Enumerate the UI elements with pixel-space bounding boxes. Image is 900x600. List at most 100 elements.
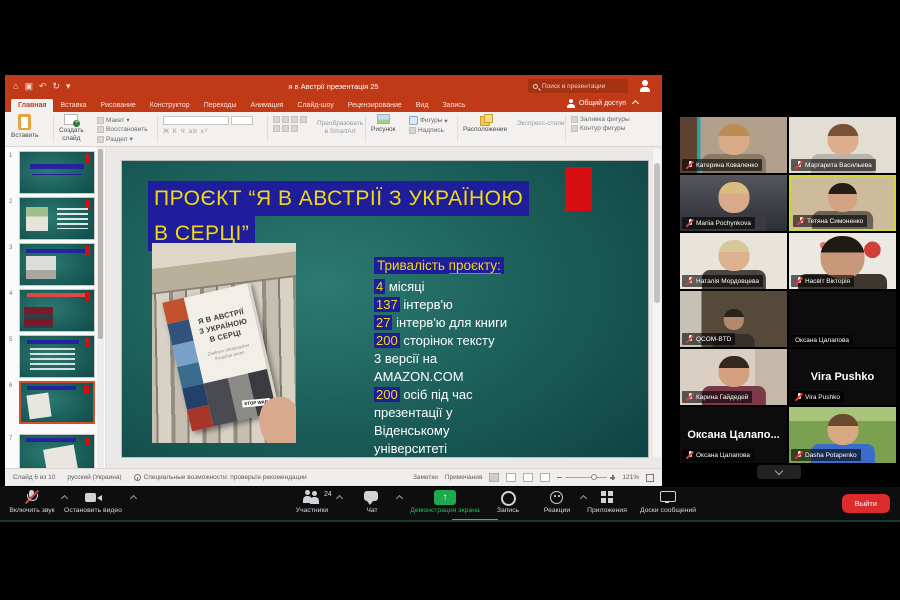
tab-view[interactable]: Вид <box>409 99 436 112</box>
camera-icon <box>83 490 103 505</box>
participant-tile[interactable]: Маргарита Васильева <box>789 117 896 173</box>
participant-tile[interactable]: Dasha Potapenko <box>789 407 896 463</box>
book-photo[interactable]: Я В АВСТРІЇ З УКРАЇНОЮ В СЕРЦІ Zentrum U… <box>152 243 296 443</box>
muted-mic-icon <box>686 335 693 344</box>
insert-shapes-group: Фигуры▾ Надпись <box>409 114 448 144</box>
tab-record[interactable]: Запись <box>435 99 472 112</box>
mic-muted-icon <box>22 490 42 505</box>
slideshow-view-button[interactable] <box>540 473 550 482</box>
muted-mic-icon <box>795 451 802 460</box>
stop-video-button[interactable]: Остановить видео <box>53 490 133 514</box>
participant-gallery: Катерина Коваленко Маргарита Васильева M… <box>680 117 897 480</box>
fill-icon <box>571 116 578 123</box>
qat-dropdown-icon[interactable]: ▾ <box>66 81 71 92</box>
participants-count-badge: 24 <box>324 491 332 498</box>
search-input[interactable]: Поиск в презентации <box>528 79 628 93</box>
accessibility-icon <box>134 474 141 481</box>
zoom-out-icon[interactable] <box>557 477 562 479</box>
save-icon[interactable]: ▣ <box>24 81 33 92</box>
slide-sorter-view-button[interactable] <box>506 473 516 482</box>
section-button[interactable]: Раздел▾ <box>97 135 148 143</box>
fit-to-window-icon[interactable] <box>646 474 654 482</box>
font-size-input[interactable] <box>231 116 253 125</box>
chevron-down-icon <box>775 466 783 474</box>
paste-button[interactable]: Вставить <box>11 114 39 139</box>
new-slide-button[interactable]: Создатьслайд <box>59 114 84 144</box>
participant-tile[interactable]: Катерина Коваленко <box>680 117 787 173</box>
canvas-scrollbar[interactable] <box>653 149 661 457</box>
home-icon[interactable]: ⌂ <box>13 81 18 91</box>
zoom-in-icon[interactable] <box>610 475 615 480</box>
undo-icon[interactable]: ↶ <box>39 81 47 92</box>
ribbon-tab-bar: Главная Вставка Рисование Конструктор Пе… <box>5 97 662 112</box>
record-icon <box>498 490 518 505</box>
language-indicator[interactable]: русский (Украина) <box>67 474 121 481</box>
tab-home[interactable]: Главная <box>11 99 53 112</box>
picture-icon <box>377 114 390 124</box>
slides-group: Макет▾ Восстановить Раздел▾ <box>97 114 148 144</box>
participant-tile[interactable]: Карина Гайдедей <box>680 349 787 405</box>
tab-design[interactable]: Конструктор <box>143 99 197 112</box>
participant-tile[interactable]: Насвіт Вікторія <box>789 233 896 289</box>
comments-toggle[interactable]: Примечания <box>445 474 483 481</box>
participant-tile-video-off[interactable]: Оксана Цалапо... Оксана Цалапова <box>680 407 787 463</box>
outline-icon <box>571 125 578 132</box>
slide-title[interactable]: ПРОЄКТ “Я В АВСТРІЇ З УКРАЇНОЮ В СЕРЦІ” <box>148 181 529 251</box>
textbox-icon <box>409 127 416 134</box>
slide-thumbnail-1[interactable]: 1 <box>5 151 106 194</box>
participant-tile-active-speaker[interactable]: Тетяна Симоненко <box>789 175 896 231</box>
slide-canvas: ПРОЄКТ “Я В АВСТРІЇ З УКРАЇНОЮ В СЕРЦІ” … <box>106 147 662 468</box>
font-style-buttons[interactable]: Ж К Ч ab x² <box>163 128 253 135</box>
chat-button[interactable]: Чат <box>332 490 412 514</box>
participant-tile[interactable]: QCOM-BTD <box>680 291 787 347</box>
convert-smartart-button[interactable]: Преобразоватьв SmartArt <box>317 120 363 150</box>
arrange-button[interactable]: Расположение <box>463 114 507 144</box>
slide-thumbnail-5[interactable]: 5 <box>5 335 106 378</box>
participant-tile-video-off[interactable]: Оксана Цалапова <box>789 291 896 347</box>
slide-thumbnail-2[interactable]: 2 <box>5 197 106 240</box>
red-accent-rectangle[interactable] <box>565 167 592 211</box>
participant-tile[interactable]: Mariia Pochynkova <box>680 175 787 231</box>
font-name-input[interactable] <box>163 116 229 125</box>
layout-button[interactable]: Макет▾ <box>97 116 148 124</box>
whiteboard-button[interactable]: Доски сообщений <box>628 490 708 514</box>
slide-body-text[interactable]: Тривалість проєкту: 4 місяці 137 інтерв'… <box>374 257 642 457</box>
reading-view-button[interactable] <box>523 473 533 482</box>
slide-thumbnail-6-selected[interactable]: 6 <box>5 381 106 424</box>
coauthor-icon[interactable] <box>638 79 652 93</box>
zoom-slider[interactable] <box>557 475 615 480</box>
shape-outline-button[interactable]: Контур фигуры <box>571 125 630 132</box>
shapes-button[interactable]: Фигуры▾ <box>409 116 448 125</box>
picture-button[interactable]: Рисунок <box>371 114 396 144</box>
muted-mic-icon <box>686 277 693 286</box>
accessibility-check[interactable]: Специальные возможности: проверьте реком… <box>134 474 307 481</box>
collapse-ribbon-icon[interactable] <box>632 100 639 107</box>
tab-slideshow[interactable]: Слайд-шоу <box>290 99 340 112</box>
tab-transitions[interactable]: Переходы <box>197 99 244 112</box>
slide-thumbnail-3[interactable]: 3 <box>5 243 106 286</box>
slide-thumbnail-4[interactable]: 4 <box>5 289 106 332</box>
muted-mic-icon <box>686 451 693 460</box>
textbox-button[interactable]: Надпись <box>409 127 448 134</box>
muted-mic-icon <box>686 161 693 170</box>
normal-view-button[interactable] <box>489 473 499 482</box>
arrange-icon <box>480 114 491 124</box>
tab-insert[interactable]: Вставка <box>53 99 93 112</box>
more-participants-button[interactable] <box>757 465 801 479</box>
notes-toggle[interactable]: Заметки <box>413 474 438 481</box>
tab-draw[interactable]: Рисование <box>94 99 143 112</box>
zoom-percentage[interactable]: 121% <box>622 474 639 481</box>
tab-review[interactable]: Рецензирование <box>341 99 409 112</box>
quick-styles-button[interactable]: Экспресс-стили <box>517 120 565 150</box>
participant-tile[interactable]: Наталія Мордовцева <box>680 233 787 289</box>
thumbnail-scrollbar[interactable] <box>97 147 104 468</box>
shape-fill-button[interactable]: Заливка фигуры <box>571 116 630 123</box>
reset-button[interactable]: Восстановить <box>97 126 148 133</box>
whiteboard-icon <box>658 490 678 505</box>
tab-animations[interactable]: Анимация <box>244 99 291 112</box>
share-document-button[interactable]: Общий доступ <box>567 99 638 108</box>
leave-meeting-button[interactable]: Выйти <box>842 494 890 513</box>
participant-tile-video-off[interactable]: Vira Pushko Vira Pushko <box>789 349 896 405</box>
zoom-slider-thumb[interactable] <box>591 474 597 480</box>
redo-icon[interactable]: ↻ <box>53 81 61 92</box>
